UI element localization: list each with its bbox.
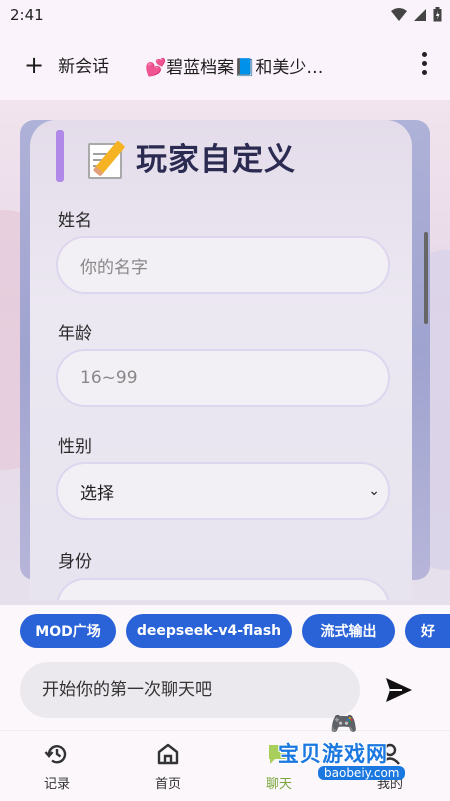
page-title: 玩家自定义	[136, 142, 296, 178]
name-field[interactable]: 你的名字	[56, 236, 390, 294]
nav-home-label: 首页	[154, 777, 181, 792]
gamepad-icon: 🎮	[330, 712, 358, 737]
battery-icon	[433, 7, 442, 22]
gender-select-value: 选择	[80, 483, 114, 504]
scrollbar[interactable]	[424, 232, 428, 324]
plus-icon: +	[24, 50, 45, 79]
new-chat-button[interactable]: + 新会话	[24, 50, 110, 79]
card-header: 玩家自定义	[86, 134, 296, 179]
content-area: 玩家自定义 姓名 你的名字 年龄 16~99 性别 选择 ⌄ 身份	[0, 100, 450, 605]
chip-model[interactable]: deepseek-v4-flash	[126, 614, 292, 648]
chip-bar: MOD广场 deepseek-v4-flash 流式输出 好	[0, 605, 450, 660]
chevron-down-icon: ⌄	[368, 483, 380, 499]
age-label: 年龄	[58, 324, 92, 344]
gender-select[interactable]: 选择 ⌄	[56, 462, 390, 520]
status-time: 2:41	[10, 6, 44, 24]
wifi-icon	[391, 7, 407, 21]
watermark: 🎮 宝贝游戏网 baobeiy.com	[270, 712, 420, 782]
age-field[interactable]: 16~99	[56, 349, 390, 407]
home-icon	[157, 743, 179, 765]
watermark-url: baobeiy.com	[318, 766, 406, 780]
chip-mod-square[interactable]: MOD广场	[20, 614, 116, 648]
send-icon[interactable]	[384, 676, 414, 704]
gender-label: 性别	[58, 437, 92, 457]
status-icons	[391, 7, 442, 22]
title-accent-bar	[56, 130, 64, 182]
chat-input[interactable]	[20, 662, 360, 718]
name-label: 姓名	[58, 211, 92, 231]
identity-field[interactable]	[56, 578, 390, 600]
signal-icon	[414, 8, 426, 21]
watermark-title: 宝贝游戏网	[278, 742, 388, 766]
nav-history[interactable]: 记录	[22, 741, 92, 792]
more-options-icon[interactable]	[420, 52, 428, 75]
history-icon	[44, 745, 67, 764]
nav-home[interactable]: 首页	[133, 741, 203, 792]
new-chat-label: 新会话	[58, 57, 110, 77]
nav-history-label: 记录	[43, 777, 70, 792]
memo-icon	[86, 137, 126, 179]
app-bar: + 新会话 💕碧蓝档案📘和美少…	[0, 32, 450, 100]
chip-more[interactable]: 好	[405, 614, 450, 648]
chat-title[interactable]: 💕碧蓝档案📘和美少…	[145, 53, 370, 78]
status-bar: 2:41	[0, 0, 450, 32]
identity-label: 身份	[58, 552, 92, 572]
player-custom-card: 玩家自定义 姓名 你的名字 年龄 16~99 性别 选择 ⌄ 身份	[30, 120, 412, 600]
chip-streaming[interactable]: 流式输出	[302, 614, 395, 648]
